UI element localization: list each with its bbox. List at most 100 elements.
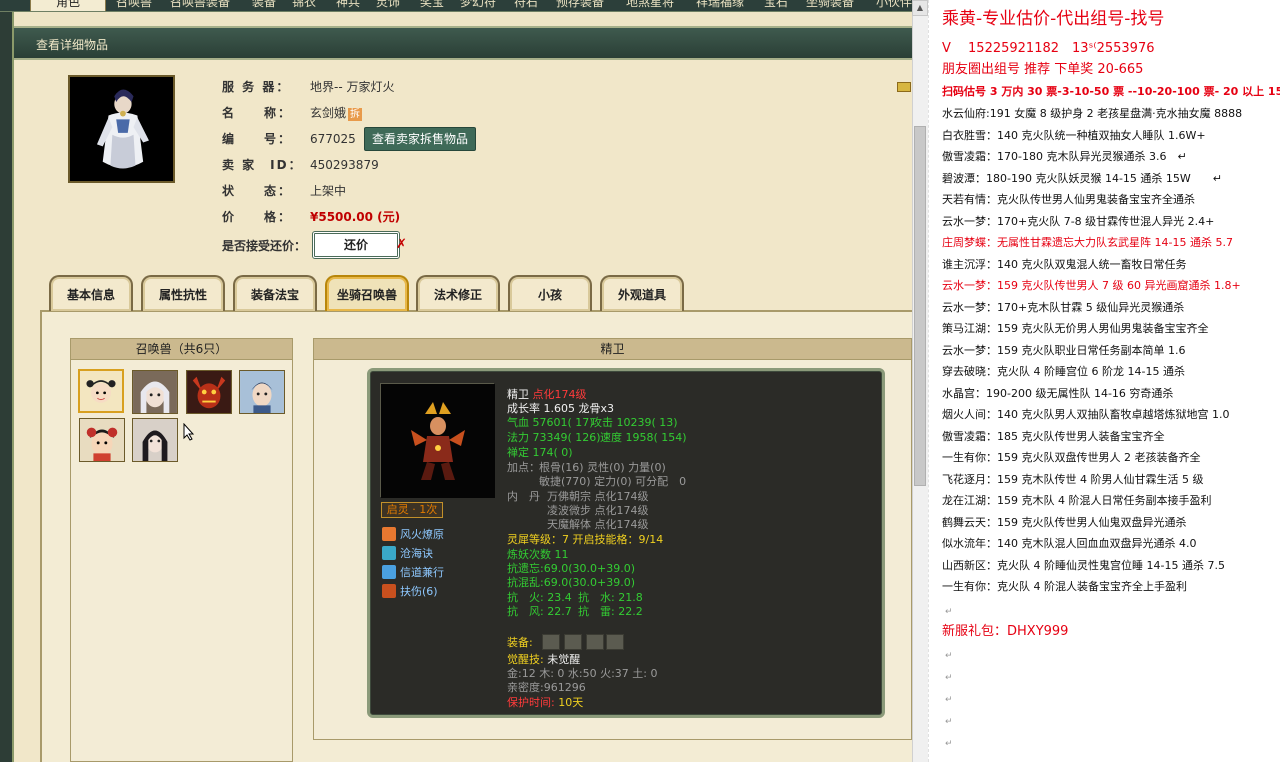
water-skill-icon [382,546,396,560]
summon-portrait-icon [187,371,231,413]
ad-list-line: 傲雪凌霜：170-180 克木队异光灵猴通杀 3.6 ↵ [942,150,1187,163]
summon-list-title: 召唤兽（共6只） [71,339,292,360]
pet-equip-label: 装备: [507,636,533,649]
pet-spd: 速度 1958( 154) [600,431,687,444]
pet-resist-chaos: 抗混乱:69.0(30.0+39.0) [507,576,635,590]
pet-lingxi-row: 灵犀等级：7 开启技能格：9/14 [507,533,663,547]
folder-icon[interactable] [897,82,911,92]
ad-friends: 朋友圈出组号 推荐 下单奖 20-665 [942,62,1144,77]
pet-growth: 成长率 1.605 龙骨x3 [507,402,614,415]
ad-list-line: 一生有你：159 克火队双盘传世男人 2 老孩装备齐全 [942,451,1201,464]
summon-thumb[interactable] [132,370,178,414]
pet-name-row: 精卫 点化174级 [507,388,587,402]
ad-list-line: 穿去破晓：克火队 4 阶睡宫位 6 阶龙 14-15 通杀 [942,365,1185,378]
pet-awaken-label: 觉醒技: [507,653,544,666]
price-value: ¥5500.00 (元) [310,210,401,224]
pet-protect-value: 10天 [558,696,584,709]
app-root: 角色 召唤兽 召唤兽装备 装备 锦衣 神兵 灵饰 奖宝 梦幻符 符石 预存装备 … [0,0,1280,762]
nav-tab[interactable]: 地煞星将 [626,0,674,11]
tab-spell-correction[interactable]: 法术修正 [416,275,500,311]
pet-protect-row: 保护时间: 10天 [507,696,583,710]
nav-tab[interactable]: 符石 [514,0,538,11]
pet-atk: 攻击 10239( 13) [591,416,678,429]
price-label: 价 格： [222,210,293,224]
summon-portrait-icon [133,371,177,413]
paragraph-mark-icon: ↵ [945,717,953,727]
tab-appearance[interactable]: 外观道具 [600,275,684,311]
status-row: 状 态： 上架中 [222,182,346,200]
ad-list-line: 碧波潭：180-190 克火队妖灵猴 14-15 通杀 15W ↵ [942,171,1222,185]
pet-res-fire: 抗 火: 23.4 [507,591,572,604]
nav-tab[interactable]: 奖宝 [420,0,444,11]
pet-resist-forget: 抗遗忘:69.0(30.0+39.0) [507,562,635,576]
paragraph-mark-icon: ↵ [945,651,953,661]
ad-list-line: 一生有你：克火队 4 阶混人装备宝宝齐全上手盈利 [942,580,1187,593]
id-label: 编 号： [222,132,293,146]
pet-awaken-value: 未觉醒 [547,653,581,666]
skill-name: 扶伤(6) [400,585,438,598]
tab-attribute-resist[interactable]: 属性抗性 [141,275,225,311]
skill-item[interactable]: 信道兼行 [382,565,444,581]
character-avatar [68,75,175,183]
equip-slot[interactable] [606,634,624,650]
nav-tab[interactable]: 锦衣 [292,0,316,11]
counter-offer-button[interactable]: 还价 [312,231,400,259]
pet-lingxi-value: 7 开启技能格：9/14 [562,533,664,546]
nav-tab[interactable]: 召唤兽装备 [170,0,230,11]
nav-tab-role[interactable]: 角色 [30,0,106,11]
summon-thumb[interactable] [132,418,178,462]
tab-mount-summon[interactable]: 坐骑召唤兽 [325,275,409,311]
summon-portrait-icon [80,371,122,411]
nav-tab[interactable]: 预存装备 [556,0,604,11]
nav-tab[interactable]: 装备 [252,0,276,11]
seller-value: 450293879 [310,158,379,172]
skill-item[interactable]: 风火燎原 [382,527,444,543]
summon-thumb[interactable] [239,370,285,414]
status-value: 上架中 [310,184,347,198]
paragraph-mark-icon: ↵ [945,607,953,617]
server-row: 服 务 器： 地界-- 万家灯火 [222,78,394,96]
ad-list-line: 云水一梦：159 克火队职业日常任务副本简单 1.6 [942,343,1186,357]
equip-slot[interactable] [564,634,582,650]
nav-tab[interactable]: 宝石 [764,0,788,11]
nav-tab[interactable]: 神兵 [336,0,360,11]
equip-slot[interactable] [542,634,560,650]
nav-tab[interactable]: 祥瑞福缘 [696,0,744,11]
split-badge: 拆 [348,108,363,121]
server-label: 服 务 器： [222,80,291,94]
mouse-cursor-icon [183,423,195,441]
skill-item[interactable]: 沧海诀 [382,546,433,562]
nav-tab[interactable]: 梦幻符 [460,0,496,11]
nav-tab[interactable]: 召唤兽 [116,0,152,11]
pet-protect-label: 保护时间: [507,696,555,709]
pet-mp: 法力 73349( 126) [507,431,601,444]
tab-child[interactable]: 小孩 [508,275,592,311]
scroll-up-arrow-icon[interactable]: ▲ [912,0,928,16]
pet-res-thunder: 抗 雷: 22.2 [578,605,643,618]
ad-list-line: 天若有情：克火队传世男人仙男鬼装备宝宝齐全通杀 [942,193,1195,206]
skill-name: 风火燎原 [400,528,444,541]
nav-tab[interactable]: 坐骑装备 [806,0,854,11]
left-rail [0,12,14,762]
ad-phone: V 15225921182 13ˢ⁽2553976 [942,41,1155,56]
summon-portrait-icon [80,419,124,461]
pet-awaken-row: 觉醒技: 未觉醒 [507,653,580,667]
summon-thumb[interactable] [78,369,124,413]
seller-row: 卖 家 ID： 450293879 [222,156,379,174]
close-icon: ✗ [396,237,407,252]
scroll-thumb[interactable] [914,126,926,486]
ad-list-line: 庄周梦蝶：无属性甘霖遗忘大力队玄武星阵 14-15 通杀 5.7 [942,236,1233,249]
server-value: 地界-- 万家灯火 [310,80,395,94]
resist-chaos-label: 抗混乱: [507,576,544,589]
nav-tab[interactable]: 灵饰 [376,0,400,11]
nav-tab[interactable]: 小伙伴 [876,0,912,11]
equip-slot[interactable] [586,634,604,650]
tab-equip-treasure[interactable]: 装备法宝 [233,275,317,311]
skill-item[interactable]: 扶伤(6) [382,584,438,600]
pet-elements: 金:12 木: 0 水:50 火:37 土: 0 [507,667,658,680]
summon-thumb[interactable] [186,370,232,414]
tab-basic-info[interactable]: 基本信息 [49,275,133,311]
pet-name: 精卫 [507,388,529,401]
view-seller-split-button[interactable]: 查看卖家拆售物品 [364,127,476,151]
summon-thumb[interactable] [79,418,125,462]
